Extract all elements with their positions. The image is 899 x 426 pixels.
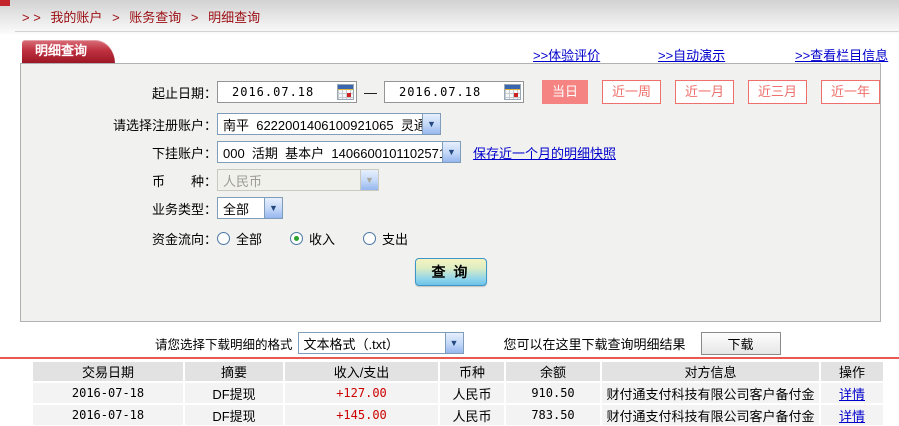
breadcrumb-separator: > <box>112 10 120 25</box>
download-button[interactable]: 下载 <box>701 332 781 355</box>
breadcrumb-item-my-account[interactable]: 我的账户 <box>50 10 102 25</box>
chevron-down-icon: ▼ <box>445 333 463 353</box>
table-row: 2016-07-18 DF提现 +127.00 人民币 910.50 财付通支付… <box>33 383 883 403</box>
quick-button-last-year[interactable]: 近一年 <box>821 80 880 104</box>
query-form-panel: 起止日期： 2016.07.18 — 2016.07.18 当日 近一周 近一月… <box>20 63 881 322</box>
table-top-divider <box>0 357 899 359</box>
column-header-balance: 余额 <box>506 362 600 381</box>
calendar-icon[interactable] <box>504 84 521 100</box>
flow-option-expense[interactable]: 支出 <box>363 229 408 248</box>
cell-currency: 人民币 <box>440 383 504 403</box>
cell-summary: DF提现 <box>185 383 283 403</box>
business-type-select[interactable]: 全部 ▼ <box>217 197 283 219</box>
save-snapshot-link[interactable]: 保存近一个月的明细快照 <box>473 143 616 162</box>
chevron-down-icon: ▼ <box>264 198 282 218</box>
transactions-table: 交易日期 摘要 收入/支出 币种 余额 对方信息 操作 2016-07-18 D… <box>33 362 883 425</box>
quick-button-last-3-months[interactable]: 近三月 <box>748 80 807 104</box>
register-account-row: 请选择注册账户： 南平 6222001406100921065 灵通卡 ▼ <box>21 112 880 136</box>
radio-icon[interactable] <box>363 232 376 245</box>
chevron-down-icon: ▼ <box>422 114 440 134</box>
sub-account-row: 下挂账户： 000 活期 基本户 1406600101102571848 ▼ 保… <box>21 140 880 164</box>
chevron-down-icon: ▼ <box>360 170 378 190</box>
cell-counterparty: 财付通支付科技有限公司客户备付金 <box>602 405 819 425</box>
download-format-value: 文本格式（.txt） <box>304 334 399 353</box>
flow-option-expense-label: 支出 <box>382 229 408 248</box>
tab-detail-query[interactable]: 明细查询 <box>22 40 115 63</box>
breadcrumb-item-detail-query[interactable]: 明细查询 <box>208 10 260 25</box>
column-header-amount: 收入/支出 <box>285 362 438 381</box>
cell-balance: 910.50 <box>506 383 600 403</box>
flow-option-all[interactable]: 全部 <box>217 229 262 248</box>
quick-range-group: 当日 近一周 近一月 近三月 近一年 <box>542 80 880 104</box>
column-header-date: 交易日期 <box>33 362 183 381</box>
register-account-value: 南平 6222001406100921065 灵通卡 <box>223 115 422 134</box>
breadcrumb: > > 我的账户 > 账务查询 > 明细查询 <box>22 7 260 26</box>
download-format-select[interactable]: 文本格式（.txt） ▼ <box>298 332 464 354</box>
chevron-down-icon: ▼ <box>442 142 460 162</box>
detail-link[interactable]: 详情 <box>839 406 865 425</box>
date-range-dash: — <box>364 85 377 100</box>
currency-label: 币 种： <box>21 171 217 190</box>
download-row: 请您选择下载明细的格式 文本格式（.txt） ▼ 您可以在这里下载查询明细结果 … <box>0 331 899 355</box>
start-date-value: 2016.07.18 <box>232 85 314 99</box>
flow-option-all-label: 全部 <box>236 229 262 248</box>
radio-icon[interactable] <box>290 232 303 245</box>
cell-counterparty: 财付通支付科技有限公司客户备付金 <box>602 383 819 403</box>
fund-flow-row: 资金流向： 全部 收入 支出 <box>21 226 880 250</box>
calendar-icon[interactable] <box>337 84 354 100</box>
link-view-column-info[interactable]: >>查看栏目信息 <box>795 45 888 64</box>
table-row: 2016-07-18 DF提现 +145.00 人民币 783.50 财付通支付… <box>33 405 883 425</box>
cell-date: 2016-07-18 <box>33 405 183 425</box>
radio-icon[interactable] <box>217 232 230 245</box>
cell-date: 2016-07-18 <box>33 383 183 403</box>
column-header-counterparty: 对方信息 <box>602 362 819 381</box>
register-account-label: 请选择注册账户： <box>21 115 217 134</box>
date-range-row: 起止日期： 2016.07.18 — 2016.07.18 当日 近一周 近一月… <box>21 80 880 104</box>
cell-currency: 人民币 <box>440 405 504 425</box>
sub-account-label: 下挂账户： <box>21 143 217 162</box>
business-type-value: 全部 <box>223 199 249 218</box>
business-type-label: 业务类型： <box>21 199 217 218</box>
sub-account-select[interactable]: 000 活期 基本户 1406600101102571848 ▼ <box>217 141 461 163</box>
date-range-label: 起止日期： <box>21 83 217 102</box>
quick-button-last-week[interactable]: 近一周 <box>602 80 661 104</box>
end-date-input[interactable]: 2016.07.18 <box>384 81 524 103</box>
link-auto-demo[interactable]: >>自动演示 <box>658 45 725 64</box>
cell-balance: 783.50 <box>506 405 600 425</box>
download-format-label: 请您选择下载明细的格式 <box>155 334 293 353</box>
breadcrumb-item-account-query[interactable]: 账务查询 <box>129 10 181 25</box>
table-header-row: 交易日期 摘要 收入/支出 币种 余额 对方信息 操作 <box>33 362 883 381</box>
download-hint-text: 您可以在这里下载查询明细结果 <box>504 334 686 353</box>
currency-row: 币 种： 人民币 ▼ <box>21 168 880 192</box>
cell-amount: +127.00 <box>285 383 438 403</box>
start-date-input[interactable]: 2016.07.18 <box>217 81 357 103</box>
register-account-select[interactable]: 南平 6222001406100921065 灵通卡 ▼ <box>217 113 441 135</box>
column-header-summary: 摘要 <box>185 362 283 381</box>
link-experience-rating[interactable]: >>体验评价 <box>533 45 600 64</box>
breadcrumb-separator: > <box>191 10 199 25</box>
breadcrumb-prefix: > > <box>22 10 41 25</box>
detail-link[interactable]: 详情 <box>839 384 865 403</box>
query-button[interactable]: 查 询 <box>415 258 487 286</box>
business-type-row: 业务类型： 全部 ▼ <box>21 196 880 220</box>
flow-option-income[interactable]: 收入 <box>290 229 335 248</box>
quick-button-last-month[interactable]: 近一月 <box>675 80 734 104</box>
sub-account-value: 000 活期 基本户 1406600101102571848 <box>223 143 442 162</box>
cell-summary: DF提现 <box>185 405 283 425</box>
fund-flow-label: 资金流向： <box>21 229 217 248</box>
column-header-action: 操作 <box>821 362 883 381</box>
column-header-currency: 币种 <box>440 362 504 381</box>
top-separator-line <box>15 31 899 32</box>
corner-red-chip <box>0 0 10 6</box>
quick-button-today[interactable]: 当日 <box>542 80 588 104</box>
cell-amount: +145.00 <box>285 405 438 425</box>
currency-value: 人民币 <box>223 171 262 190</box>
end-date-value: 2016.07.18 <box>399 85 481 99</box>
currency-select: 人民币 ▼ <box>217 169 379 191</box>
flow-option-income-label: 收入 <box>309 229 335 248</box>
